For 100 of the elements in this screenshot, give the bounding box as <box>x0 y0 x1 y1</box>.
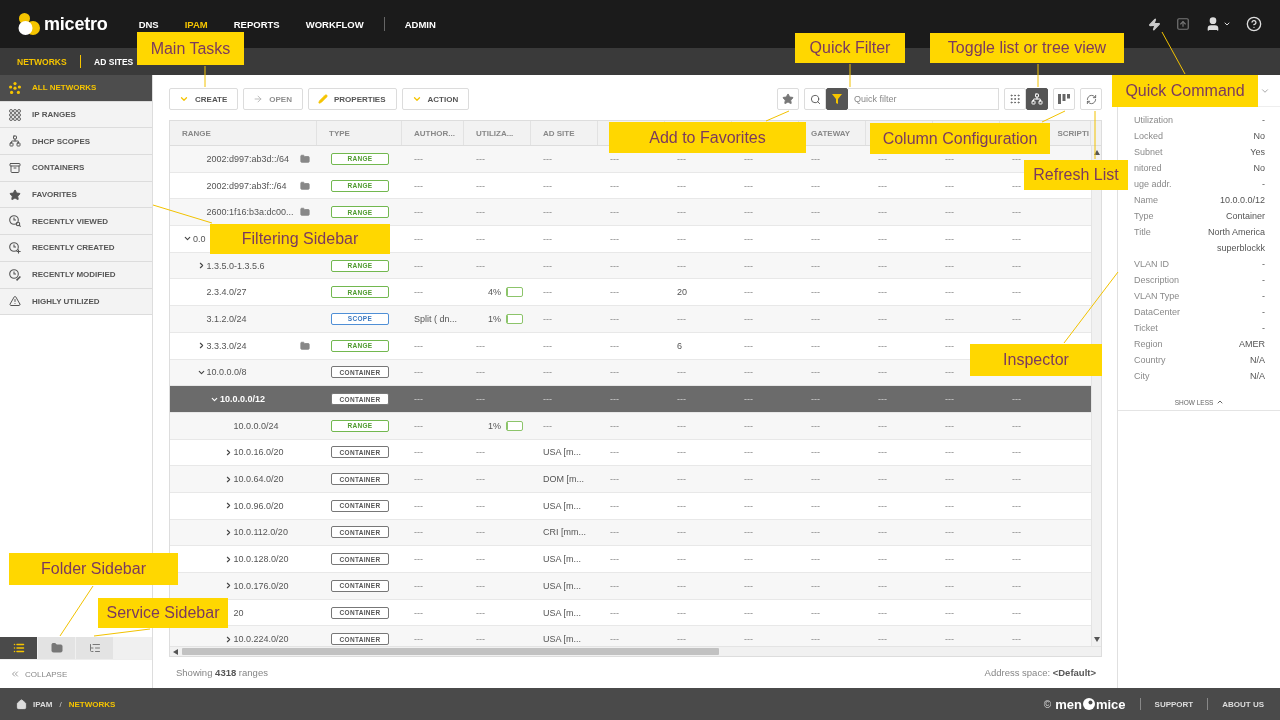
table-cell-text: --- <box>542 313 553 324</box>
table-cell-text: --- <box>542 260 553 271</box>
table-cell-text: --- <box>944 474 955 485</box>
table-cell-text: --- <box>810 287 821 298</box>
table-cell-text: --- <box>1011 500 1022 511</box>
table-cell-text: --- <box>877 447 888 458</box>
table-cell-text: --- <box>475 394 486 405</box>
inspector-label: Ticket <box>1134 322 1158 335</box>
table-cell-text: --- <box>413 527 424 538</box>
table-cell-text: --- <box>413 367 424 378</box>
table-cell-text: --- <box>475 207 486 218</box>
table-cell-text: Split ( dn... <box>413 313 459 324</box>
table-cell-text: --- <box>609 447 620 458</box>
inspector-label: uge addr. <box>1134 178 1172 191</box>
table-cell-text: --- <box>1011 420 1022 431</box>
table-cell-text: --- <box>1011 394 1022 405</box>
copyright-sign: © <box>1043 698 1052 710</box>
callout-tooltip: Column Configuration <box>870 123 1050 154</box>
table-cell-text: --- <box>542 340 553 351</box>
table-cell-text: --- <box>877 287 888 298</box>
table-cell-text: --- <box>609 474 620 485</box>
table-cell-text: CRI [mm... <box>542 527 587 538</box>
table-cell-text: --- <box>413 233 424 244</box>
table-cell-text: --- <box>413 420 424 431</box>
table-cell-text: --- <box>609 367 620 378</box>
table-cell-text: --- <box>877 313 888 324</box>
callout-tooltip: Quick Command <box>1112 75 1258 107</box>
table-cell-text: --- <box>413 474 424 485</box>
table-cell-text: --- <box>1011 474 1022 485</box>
table-cell-text: --- <box>944 447 955 458</box>
callout-tooltip: Refresh List <box>1024 160 1128 190</box>
table-cell-text: --- <box>676 207 687 218</box>
table-cell-text: --- <box>413 287 424 298</box>
table-cell-text: --- <box>944 527 955 538</box>
table-cell-text: --- <box>944 367 955 378</box>
table-cell-text: --- <box>676 607 687 618</box>
table-cell-text: --- <box>743 394 754 405</box>
table-cell-text: --- <box>1011 554 1022 565</box>
range-name: 10.0.176.0/20 <box>233 580 289 591</box>
table-cell-text: --- <box>877 634 888 645</box>
table-cell-text: --- <box>1011 153 1022 164</box>
table-cell-text: --- <box>877 260 888 271</box>
table-cell-text: --- <box>413 260 424 271</box>
inspector-label: VLAN ID <box>1134 258 1169 271</box>
range-name: 3.3.3.0/24 <box>206 340 247 351</box>
table-cell-text: --- <box>810 313 821 324</box>
inspector-label: Utilization <box>1134 114 1173 127</box>
table-cell-text: --- <box>676 420 687 431</box>
table-cell-text: --- <box>475 607 486 618</box>
table-cell-text: --- <box>1011 260 1022 271</box>
table-cell-text: --- <box>676 580 687 591</box>
inspector-value: N/A <box>1250 370 1265 383</box>
utilization-text: 4% <box>488 287 501 298</box>
table-cell-text: --- <box>810 340 821 351</box>
table-cell-text: --- <box>676 153 687 164</box>
range-name: 1.3.5.0-1.3.5.6 <box>206 260 265 271</box>
table-cell-text: --- <box>475 527 486 538</box>
table-cell-text: --- <box>609 634 620 645</box>
table-cell-text: --- <box>1011 180 1022 191</box>
table-cell-text: USA [m... <box>542 500 582 511</box>
table-cell-text: --- <box>542 367 553 378</box>
table-cell-text: --- <box>877 420 888 431</box>
callout-tooltip: Folder Sidebar <box>9 553 178 585</box>
table-cell-text: --- <box>944 394 955 405</box>
table-cell-text: --- <box>609 340 620 351</box>
table-cell-text: --- <box>944 607 955 618</box>
table-cell-text: DOM [m... <box>542 474 585 485</box>
table-cell-text: USA [m... <box>542 634 582 645</box>
table-cell-text: --- <box>877 500 888 511</box>
table-cell-text: --- <box>676 233 687 244</box>
table-cell-text: --- <box>810 420 821 431</box>
table-cell-text: --- <box>743 447 754 458</box>
table-cell-text: --- <box>542 180 553 191</box>
table-cell-text: --- <box>810 554 821 565</box>
table-cell-text: --- <box>609 607 620 618</box>
inspector-label: Country <box>1134 354 1166 367</box>
table-cell-text: --- <box>1011 233 1022 244</box>
table-cell-text: --- <box>944 180 955 191</box>
table-cell-text: --- <box>475 474 486 485</box>
table-cell-text: --- <box>676 313 687 324</box>
table-cell-text: --- <box>413 607 424 618</box>
table-cell-text: --- <box>676 500 687 511</box>
table-cell-text: --- <box>810 527 821 538</box>
range-name: 10.0.96.0/20 <box>233 500 284 511</box>
table-cell-text: --- <box>475 180 486 191</box>
inspector-value: - <box>1262 322 1265 335</box>
table-cell-text: USA [m... <box>542 447 582 458</box>
table-cell-text: --- <box>877 233 888 244</box>
table-cell-text: --- <box>1011 634 1022 645</box>
table-cell-text: --- <box>475 340 486 351</box>
inspector-label: VLAN Type <box>1134 290 1180 303</box>
table-cell-text: --- <box>944 580 955 591</box>
inspector-value: Container <box>1225 210 1265 223</box>
table-cell-text: --- <box>743 233 754 244</box>
table-cell-text: --- <box>413 500 424 511</box>
inspector-value: - <box>1262 290 1265 303</box>
table-cell-text: --- <box>676 634 687 645</box>
inspector-value: No <box>1253 130 1265 143</box>
table-cell-text: --- <box>810 474 821 485</box>
table-cell-text: --- <box>810 447 821 458</box>
